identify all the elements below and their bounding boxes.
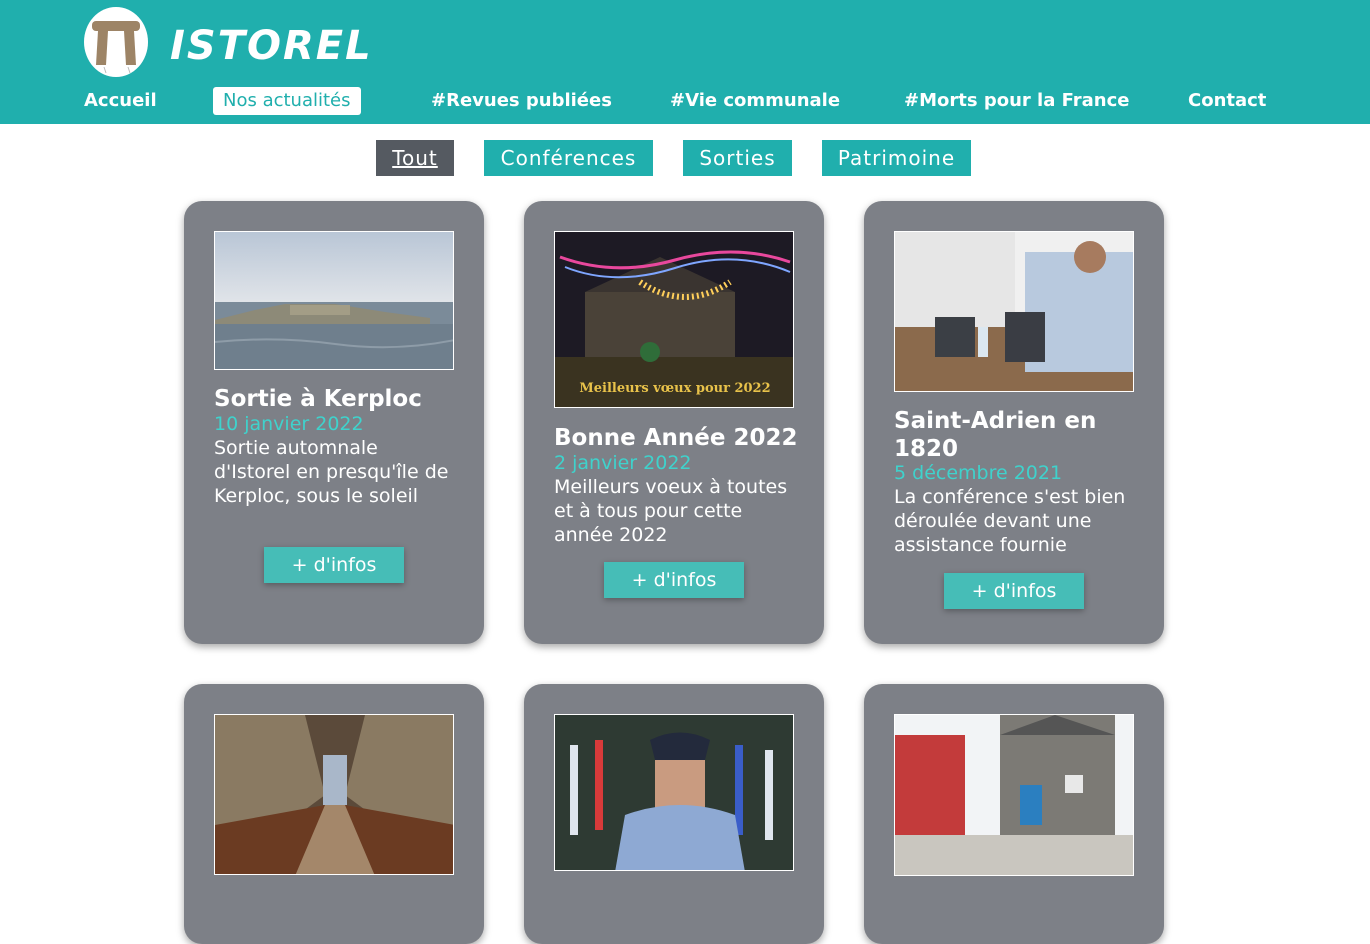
card-image-conference[interactable] xyxy=(894,231,1134,392)
site-title[interactable]: ISTOREL xyxy=(170,22,373,70)
conference-speaker-image xyxy=(895,232,1133,391)
news-card xyxy=(184,684,484,944)
card-excerpt: Sortie automnale d'Istorel en presqu'île… xyxy=(214,437,449,507)
card-title[interactable]: Saint-Adrien en 1820 xyxy=(894,407,1139,463)
seascape-image xyxy=(215,232,453,369)
dolmen-icon xyxy=(92,21,140,74)
more-info-button[interactable]: + d'infos xyxy=(944,573,1084,609)
filter-sorties[interactable]: Sorties xyxy=(683,140,792,176)
more-info-button[interactable]: + d'infos xyxy=(604,562,744,598)
card-title[interactable]: Bonne Année 2022 xyxy=(554,424,799,452)
news-card: Meilleurs vœux pour 2022 Bonne Année 202… xyxy=(524,201,824,644)
logo[interactable] xyxy=(84,7,148,77)
nav-accueil[interactable]: Accueil xyxy=(84,87,157,115)
filter-tout[interactable]: Tout xyxy=(376,140,454,176)
card-image-street[interactable] xyxy=(894,714,1134,876)
card-date: 2 janvier 2022 xyxy=(554,452,692,474)
nav-revues-publiees[interactable]: #Revues publiées xyxy=(431,87,612,115)
card-excerpt: Meilleurs voeux à toutes et à tous pour … xyxy=(554,476,788,546)
card-image-kerploc[interactable] xyxy=(214,231,454,370)
nav-contact[interactable]: Contact xyxy=(1188,87,1266,115)
card-title[interactable]: Sortie à Kerploc xyxy=(214,385,459,413)
village-street-image xyxy=(895,715,1133,875)
news-card: Saint-Adrien en 1820 5 décembre 2021 La … xyxy=(864,201,1164,644)
news-card xyxy=(524,684,824,944)
ceremony-image xyxy=(555,715,793,870)
more-info-button[interactable]: + d'infos xyxy=(264,547,404,583)
header-bar: ISTOREL Accueil Nos actualités #Revues p… xyxy=(0,0,1370,124)
filter-patrimoine[interactable]: Patrimoine xyxy=(822,140,971,176)
filter-conferences[interactable]: Conférences xyxy=(484,140,653,176)
card-date: 5 décembre 2021 xyxy=(894,462,1063,484)
card-image-voeux[interactable]: Meilleurs vœux pour 2022 xyxy=(554,231,794,408)
card-image-ceremony[interactable] xyxy=(554,714,794,871)
card-date: 10 janvier 2022 xyxy=(214,413,364,435)
news-card xyxy=(864,684,1164,944)
card-image-church[interactable] xyxy=(214,714,454,875)
church-interior-image xyxy=(215,715,453,874)
nav-morts-pour-la-france[interactable]: #Morts pour la France xyxy=(904,87,1129,115)
news-card: Sortie à Kerploc 10 janvier 2022 Sortie … xyxy=(184,201,484,644)
nav-nos-actualites[interactable]: Nos actualités xyxy=(213,87,361,115)
nav-vie-communale[interactable]: #Vie communale xyxy=(670,87,840,115)
card-excerpt: La conférence s'est bien déroulée devant… xyxy=(894,486,1126,556)
christmas-lights-image: Meilleurs vœux pour 2022 xyxy=(555,232,793,407)
image-caption: Meilleurs vœux pour 2022 xyxy=(579,381,770,396)
